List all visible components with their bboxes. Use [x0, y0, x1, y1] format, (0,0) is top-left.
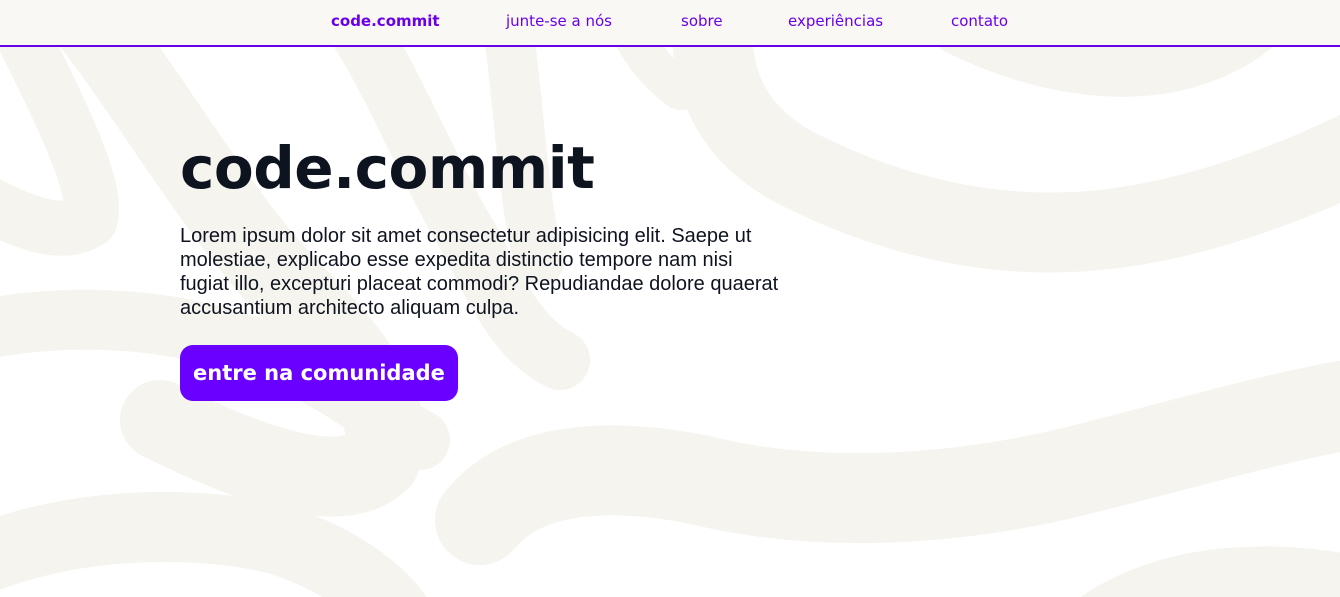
page: code.commit junte-se a nós sobre experiê…	[0, 0, 1340, 597]
nav-link-contato[interactable]: contato	[951, 12, 1008, 30]
nav-list: code.commit junte-se a nós sobre experiê…	[0, 0, 1340, 45]
nav-link-sobre[interactable]: sobre	[681, 12, 723, 30]
hero-title: code.commit	[180, 134, 595, 202]
join-community-button[interactable]: entre na comunidade	[180, 345, 458, 401]
nav-link-junte-se[interactable]: junte-se a nós	[506, 12, 612, 30]
nav-link-experiencias[interactable]: experiências	[788, 12, 883, 30]
top-navbar: code.commit junte-se a nós sobre experiê…	[0, 0, 1340, 47]
hero-description: Lorem ipsum dolor sit amet consectetur a…	[180, 225, 779, 319]
hero-section: code.commit Lorem ipsum dolor sit amet c…	[180, 132, 800, 401]
nav-brand-link[interactable]: code.commit	[331, 12, 440, 30]
